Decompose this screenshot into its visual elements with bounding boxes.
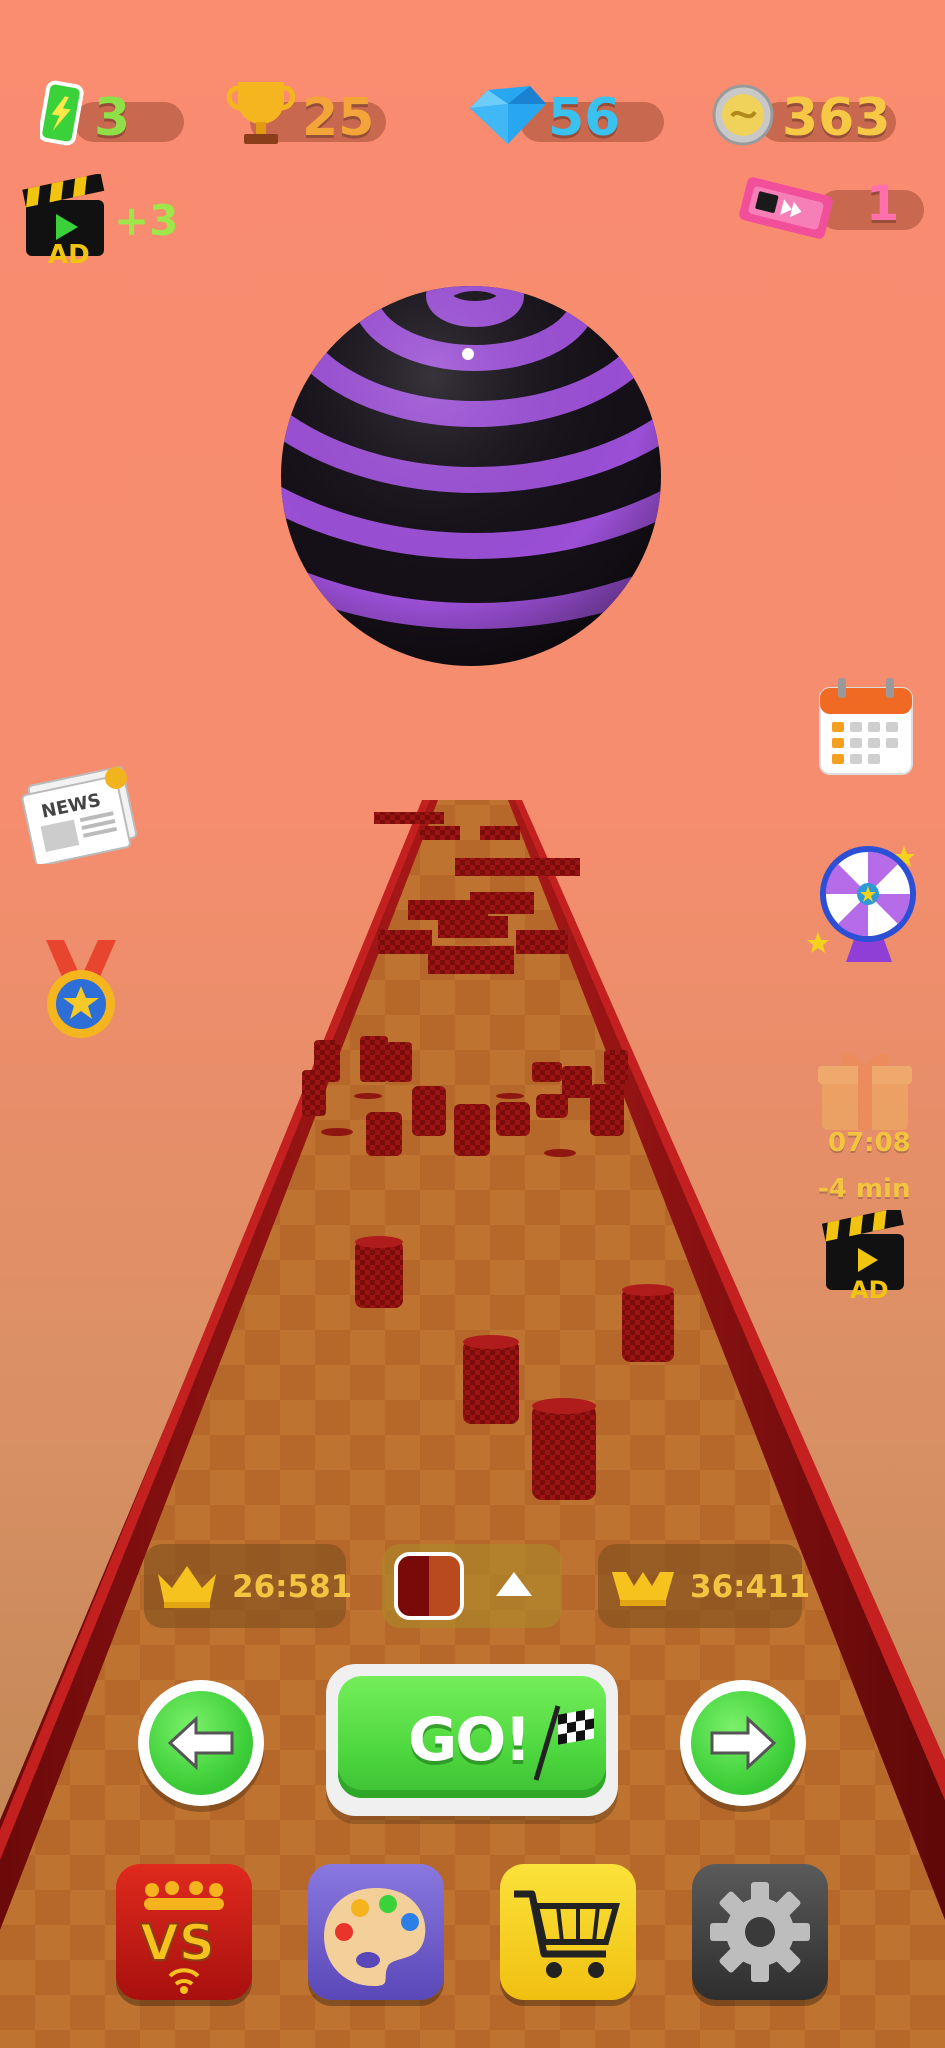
skip-ticket-icon — [739, 177, 833, 239]
arrow-left-icon — [167, 1715, 234, 1771]
medal-icon[interactable] — [40, 936, 122, 1044]
arrow-right-icon — [710, 1715, 777, 1771]
go-label: GO! — [408, 1705, 532, 1775]
coin-value: 363 — [782, 88, 891, 148]
gift-icon — [818, 1053, 912, 1130]
paint-skins-button[interactable] — [308, 1864, 444, 2000]
next-button[interactable] — [680, 1680, 806, 1806]
battery-icon — [40, 80, 84, 146]
go-button[interactable]: GO! — [326, 1664, 618, 1816]
shopping-cart-icon — [514, 1890, 620, 1978]
news-icon[interactable]: NEWS — [20, 756, 140, 864]
checkered-flag-icon — [533, 1705, 594, 1781]
triangle-up-icon[interactable] — [494, 1568, 534, 1600]
ad-bonus-value: +3 — [114, 196, 179, 245]
previous-button[interactable] — [138, 1680, 264, 1806]
second-record-value: 36:411 — [690, 1569, 811, 1605]
trophy-value: 25 — [302, 88, 375, 148]
versus-button[interactable]: VS — [116, 1864, 252, 2000]
gift-ad-label: AD — [850, 1276, 889, 1304]
trophy-icon — [226, 82, 296, 144]
gift-timer-value: 07:08 — [828, 1128, 911, 1158]
gift-reduce-label: -4 min — [818, 1174, 911, 1204]
best-record-value: 26:581 — [232, 1569, 353, 1605]
game-scene: 3 25 56 363 AD +3 1 NEWS 07:08 -4 min AD… — [0, 0, 945, 2048]
calendar-icon[interactable] — [816, 674, 916, 780]
player-ball — [281, 286, 661, 666]
crown-icon — [158, 1566, 216, 1608]
ball-skin-preview[interactable] — [394, 1552, 464, 1620]
versus-multiplayer-icon: VS — [139, 1881, 224, 1994]
diamond-icon — [470, 86, 546, 144]
svg-text:VS: VS — [140, 1914, 215, 1972]
coin-icon — [712, 84, 774, 146]
spin-wheel-icon[interactable] — [804, 834, 934, 968]
ad-label: AD — [48, 240, 90, 270]
gem-value: 56 — [548, 88, 621, 148]
energy-value: 3 — [94, 88, 131, 148]
gear-icon — [710, 1882, 810, 1982]
paint-palette-icon — [324, 1888, 426, 1986]
ticket-value: 1 — [866, 176, 900, 232]
settings-button[interactable] — [692, 1864, 828, 2000]
fallen-crown-icon — [612, 1572, 674, 1606]
shop-button[interactable] — [500, 1864, 636, 2000]
